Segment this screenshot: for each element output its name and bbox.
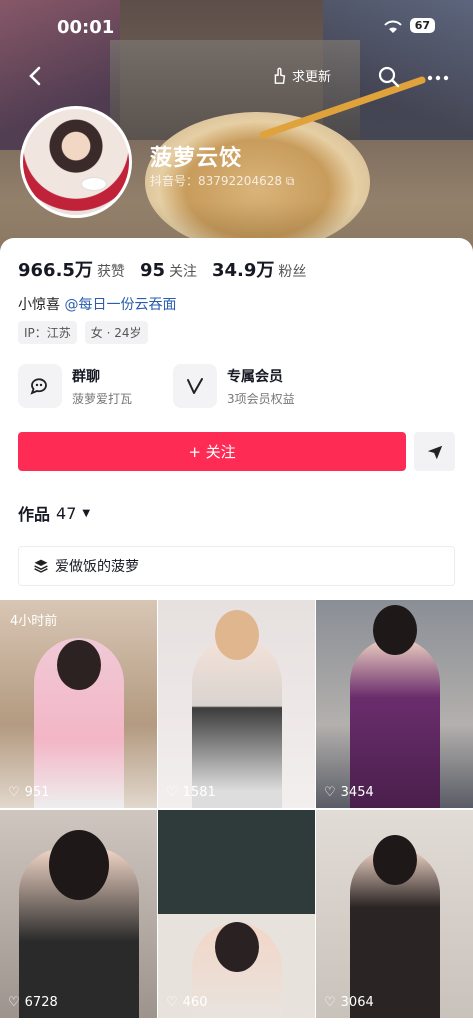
collection-entry[interactable]: 爱做饭的菠萝 bbox=[18, 546, 455, 586]
status-icons: 67 bbox=[382, 18, 435, 33]
profile-stats: 966.5万 获赞 95 关注 34.9万 粉丝 bbox=[18, 256, 306, 282]
tab-works[interactable]: 作品 47 ▼ bbox=[18, 501, 90, 525]
stat-followers[interactable]: 34.9万 粉丝 bbox=[212, 256, 306, 282]
stat-label: 粉丝 bbox=[278, 264, 307, 280]
likes-count: 460 bbox=[182, 995, 208, 1010]
heart-icon: ♡ bbox=[324, 995, 336, 1010]
heart-icon: ♡ bbox=[166, 995, 178, 1010]
video-thumbnail[interactable]: ♡ 6728 bbox=[0, 810, 157, 1018]
battery-indicator: 67 bbox=[409, 18, 435, 33]
search-icon bbox=[378, 66, 400, 88]
request-update-button[interactable]: 求更新 bbox=[270, 66, 331, 85]
video-thumbnail[interactable]: ♡ 3064 bbox=[316, 810, 473, 1018]
chat-icon bbox=[18, 364, 62, 408]
video-subject-head bbox=[56, 640, 101, 690]
video-thumbnail[interactable]: ♡ 460 bbox=[158, 810, 315, 1018]
heart-icon: ♡ bbox=[8, 785, 20, 800]
copy-icon: ⧉ bbox=[285, 174, 295, 188]
bio-text: 小惊喜 bbox=[18, 297, 65, 313]
video-likes: ♡ 6728 bbox=[8, 995, 58, 1010]
stat-number: 34.9万 bbox=[212, 260, 275, 281]
stat-number: 95 bbox=[139, 260, 165, 281]
video-thumbnail[interactable]: ♡ 3454 bbox=[316, 600, 473, 808]
video-subject-head bbox=[372, 605, 417, 655]
avatar[interactable] bbox=[20, 106, 132, 218]
video-subject-head bbox=[372, 835, 417, 885]
avatar-plate bbox=[81, 177, 107, 191]
follow-button[interactable]: + 关注 bbox=[18, 432, 406, 471]
send-icon bbox=[427, 445, 442, 459]
video-thumbnail[interactable]: 4小时前 ♡ 951 bbox=[0, 600, 157, 808]
hand-point-icon bbox=[274, 67, 286, 84]
profile-nickname: 菠萝云饺 bbox=[150, 146, 243, 171]
video-thumbnail[interactable]: ♡ 1581 bbox=[158, 600, 315, 808]
layers-icon bbox=[34, 559, 48, 573]
stat-likes[interactable]: 966.5万 获赞 bbox=[18, 256, 125, 282]
back-button[interactable] bbox=[22, 62, 50, 90]
tag-gender-age: 女 · 24岁 bbox=[84, 321, 148, 344]
heart-icon: ♡ bbox=[324, 785, 336, 800]
stat-label: 获赞 bbox=[96, 264, 125, 280]
likes-count: 1581 bbox=[182, 785, 216, 800]
feature-title: 专属会员 bbox=[227, 368, 283, 385]
likes-count: 951 bbox=[24, 785, 50, 800]
douyin-id-text: 抖音号：83792204628 bbox=[150, 174, 282, 188]
feature-subtitle: 3项会员权益 bbox=[227, 391, 295, 406]
video-subject-head bbox=[48, 830, 109, 900]
group-chat-entry[interactable]: 群聊 菠萝爱打瓦 bbox=[18, 364, 132, 408]
vip-icon bbox=[173, 364, 217, 408]
likes-count: 3454 bbox=[340, 785, 374, 800]
stat-label: 关注 bbox=[169, 264, 197, 280]
stat-following[interactable]: 95 关注 bbox=[140, 260, 197, 281]
caret-down-icon: ▼ bbox=[82, 507, 91, 519]
more-button[interactable] bbox=[426, 66, 450, 90]
share-button[interactable] bbox=[414, 432, 455, 471]
membership-entry[interactable]: 专属会员 3项会员权益 bbox=[173, 364, 295, 408]
stat-number: 966.5万 bbox=[18, 260, 93, 281]
bio-mention-link[interactable]: @每日一份云吞面 bbox=[64, 297, 176, 313]
feature-subtitle: 菠萝爱打瓦 bbox=[72, 391, 133, 406]
feature-title: 群聊 bbox=[72, 368, 100, 385]
follow-label: + 关注 bbox=[188, 443, 236, 461]
likes-count: 6728 bbox=[24, 995, 58, 1010]
video-likes: ♡ 3454 bbox=[324, 785, 374, 800]
works-label: 作品 bbox=[18, 505, 51, 524]
video-subject bbox=[191, 638, 282, 808]
request-update-label: 求更新 bbox=[292, 70, 332, 85]
video-subject-head bbox=[214, 610, 259, 660]
heart-icon: ♡ bbox=[166, 785, 178, 800]
status-time: 00:01 bbox=[57, 17, 115, 38]
tag-ip: IP：江苏 bbox=[18, 321, 77, 344]
video-grid: 4小时前 ♡ 951 ♡ 1581 ♡ 3454 ♡ 6728 ♡ 460 ♡ … bbox=[0, 600, 473, 1018]
video-likes: ♡ 951 bbox=[8, 785, 49, 800]
video-subject-head bbox=[214, 922, 259, 972]
search-button[interactable] bbox=[377, 65, 401, 89]
more-dots-icon bbox=[427, 75, 449, 81]
profile-bio: 小惊喜 @每日一份云吞面 bbox=[18, 294, 176, 314]
profile-tags: IP：江苏 女 · 24岁 bbox=[18, 321, 148, 344]
wifi-icon bbox=[382, 19, 404, 33]
douyin-id[interactable]: 抖音号：83792204628 ⧉ bbox=[150, 172, 294, 189]
video-likes: ♡ 3064 bbox=[324, 995, 374, 1010]
video-subject bbox=[349, 638, 440, 808]
works-count: 47 bbox=[56, 503, 77, 523]
video-time-badge: 4小时前 bbox=[10, 614, 58, 629]
likes-count: 3064 bbox=[340, 995, 374, 1010]
collection-label: 爱做饭的菠萝 bbox=[55, 559, 139, 575]
video-likes: ♡ 1581 bbox=[166, 785, 216, 800]
video-likes: ♡ 460 bbox=[166, 995, 207, 1010]
back-arrow-icon bbox=[29, 66, 41, 86]
heart-icon: ♡ bbox=[8, 995, 20, 1010]
